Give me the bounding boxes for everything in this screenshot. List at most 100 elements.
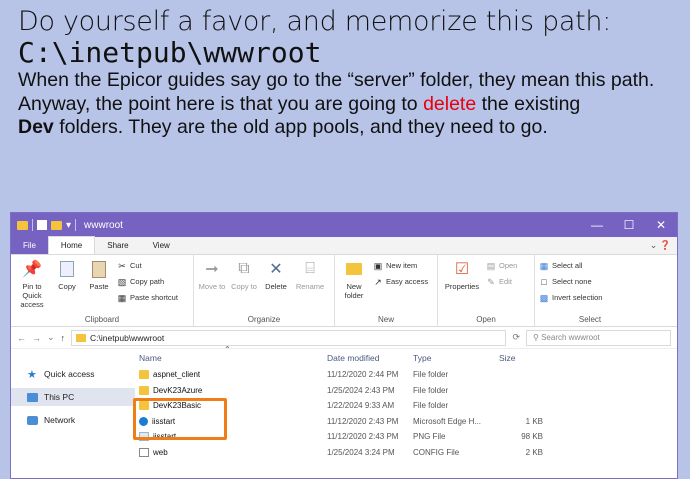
invert-selection-button[interactable]: ▩ Invert selection — [539, 291, 603, 304]
table-row[interactable]: DevK23Azure 1/25/2024 2:43 PM File folder — [135, 383, 677, 399]
file-name: aspnet_client — [153, 370, 201, 380]
file-name-cell: DevK23Azure — [135, 385, 323, 395]
file-type: CONFIG File — [413, 447, 460, 457]
select-all-button[interactable]: ▦ Select all — [539, 259, 602, 272]
delete-word: delete — [423, 92, 477, 115]
edit-button[interactable]: ✎ Edit — [486, 275, 517, 288]
select-none-button[interactable]: □ Select none — [539, 275, 602, 288]
ribbon-expand-icons[interactable]: ⌄ ❓ — [650, 240, 671, 251]
nav-quick-access-label: Quick access — [44, 369, 95, 379]
easy-access-icon: ↗ — [374, 276, 382, 287]
file-date: 1/25/2024 3:24 PM — [327, 447, 395, 457]
organize-group-label: Organize — [247, 315, 281, 324]
invert-selection-label: Invert selection — [552, 293, 603, 302]
paste-label: Paste — [89, 282, 109, 291]
table-row[interactable]: aspnet_client 11/12/2020 2:44 PM File fold… — [135, 367, 677, 383]
file-type: File folder — [413, 385, 449, 395]
path-text: C:\inetpub\wwwroot — [18, 36, 322, 69]
nav-quick-access[interactable]: ★ Quick access — [11, 365, 135, 383]
nav-network-label: Network — [44, 415, 76, 425]
new-folder-icon — [343, 258, 365, 280]
column-type[interactable]: Type — [409, 353, 495, 363]
edit-label: Edit — [499, 277, 512, 286]
file-size: 2 KB — [525, 447, 543, 457]
file-date: 1/22/2024 9:33 AM — [327, 401, 395, 411]
group-select: ▦ Select all □ Select none ▩ Invert selecti… — [535, 255, 645, 326]
paste-shortcut-button[interactable]: ▦ Paste shortcut — [117, 291, 178, 304]
open-group-label: Open — [476, 315, 496, 324]
tab-view[interactable]: View — [141, 237, 182, 254]
paste-icon — [88, 258, 110, 280]
paragraph-3: Dev folders. They are the old app pools,… — [18, 116, 683, 140]
open-button[interactable]: ▤ Open — [486, 259, 518, 272]
group-clipboard: 📌 Pin to Quick access Copy Paste ✂ Cut ▧ C… — [11, 255, 194, 326]
new-group-label: New — [377, 315, 394, 324]
tab-home[interactable]: Home — [47, 236, 96, 254]
clipboard-group-label: Clipboard — [84, 315, 120, 324]
easy-access-button[interactable]: ↗ Easy access — [373, 275, 428, 288]
file-date: 11/12/2020 2:43 PM — [327, 416, 399, 426]
select-none-label: Select none — [552, 277, 592, 286]
tab-share[interactable]: Share — [95, 237, 140, 254]
cut-button[interactable]: ✂ Cut — [117, 259, 178, 272]
copy-to-label: Copy to — [231, 282, 257, 291]
column-size[interactable]: Size — [495, 353, 543, 363]
delete-x-icon: ✕ — [269, 261, 283, 278]
address-bar[interactable]: C:\inetpub\wwwroot — [71, 329, 507, 346]
select-none-icon: □ — [541, 276, 547, 287]
properties-label: Properties — [444, 282, 480, 291]
move-to-icon: ➞ — [205, 261, 219, 278]
copy-label: Copy — [58, 282, 76, 291]
new-item-icon: ▣ — [373, 260, 383, 271]
up-arrow-icon[interactable]: ↑ — [61, 333, 66, 343]
new-folder-label: New folder — [344, 282, 364, 300]
cfg-file-icon — [139, 447, 149, 457]
group-new: New folder ▣ New item ↗ Easy access New — [335, 255, 438, 326]
copy-icon — [56, 258, 78, 280]
address-row: ← → ⌄ ↑ C:\inetpub\wwwroot ⟳ ⚲ Search ww… — [11, 327, 677, 349]
search-input[interactable]: ⚲ Search wwwroot — [526, 329, 671, 346]
forward-arrow-icon[interactable]: → — [32, 333, 41, 343]
computer-icon — [27, 392, 38, 402]
table-row[interactable]: web 1/25/2024 3:24 PM CONFIG File 2 KB — [135, 445, 677, 461]
new-item-button[interactable]: ▣ New item — [373, 259, 428, 272]
open-icon: ▤ — [486, 260, 496, 271]
nav-network[interactable]: Network — [11, 411, 135, 429]
copy-path-button[interactable]: ▧ Copy path — [117, 275, 178, 288]
ribbon-tabs: File Home Share View ⌄ ❓ — [11, 236, 677, 255]
star-icon: ★ — [27, 368, 37, 381]
column-name[interactable]: Name — [135, 353, 323, 363]
back-arrow-icon[interactable]: ← — [17, 333, 26, 343]
column-date[interactable]: Date modified — [323, 353, 409, 363]
ribbon: 📌 Pin to Quick access Copy Paste ✂ Cut ▧ C… — [11, 255, 677, 327]
refresh-icon[interactable]: ⟳ — [512, 332, 520, 343]
chevron-down-icon[interactable]: ▾ — [66, 220, 71, 231]
tab-file[interactable]: File — [11, 237, 48, 254]
new-folder-qat-icon[interactable] — [51, 220, 62, 230]
paste-shortcut-icon: ▦ — [117, 292, 127, 303]
nav-this-pc[interactable]: This PC — [11, 388, 135, 406]
properties-check-icon: ☑ — [454, 261, 470, 278]
recent-chevron-icon[interactable]: ⌄ — [47, 332, 55, 343]
file-type: File folder — [413, 401, 449, 411]
paragraph-3-rest: folders. They are the old app pools, and… — [53, 116, 548, 138]
file-name: DevK23Azure — [153, 385, 203, 395]
column-headers: ⌃ Name Date modified Type Size — [135, 345, 677, 367]
minimize-button[interactable]: — — [581, 218, 613, 232]
navigation-pane: ★ Quick access This PC Network — [11, 349, 135, 478]
move-to-label: Move to — [198, 282, 226, 291]
explorer-window: ▾ wwwroot — ☐ ✕ File Home Share View ⌄ ❓… — [10, 212, 678, 479]
file-name-cell: aspnet_client — [135, 370, 323, 380]
select-all-icon: ▦ — [539, 260, 549, 271]
select-all-label: Select all — [552, 261, 583, 270]
properties-qat-icon[interactable] — [37, 220, 47, 230]
address-path: C:\inetpub\wwwroot — [90, 332, 165, 343]
close-button[interactable]: ✕ — [645, 218, 677, 232]
pin-icon: 📌 — [22, 261, 42, 278]
window-title: wwwroot — [84, 219, 123, 231]
dev-folders-highlight — [133, 398, 227, 440]
rename-icon: ⌸ — [305, 260, 315, 277]
invert-selection-icon: ▩ — [539, 292, 549, 303]
file-type: PNG File — [413, 432, 446, 442]
maximize-button[interactable]: ☐ — [613, 218, 645, 232]
